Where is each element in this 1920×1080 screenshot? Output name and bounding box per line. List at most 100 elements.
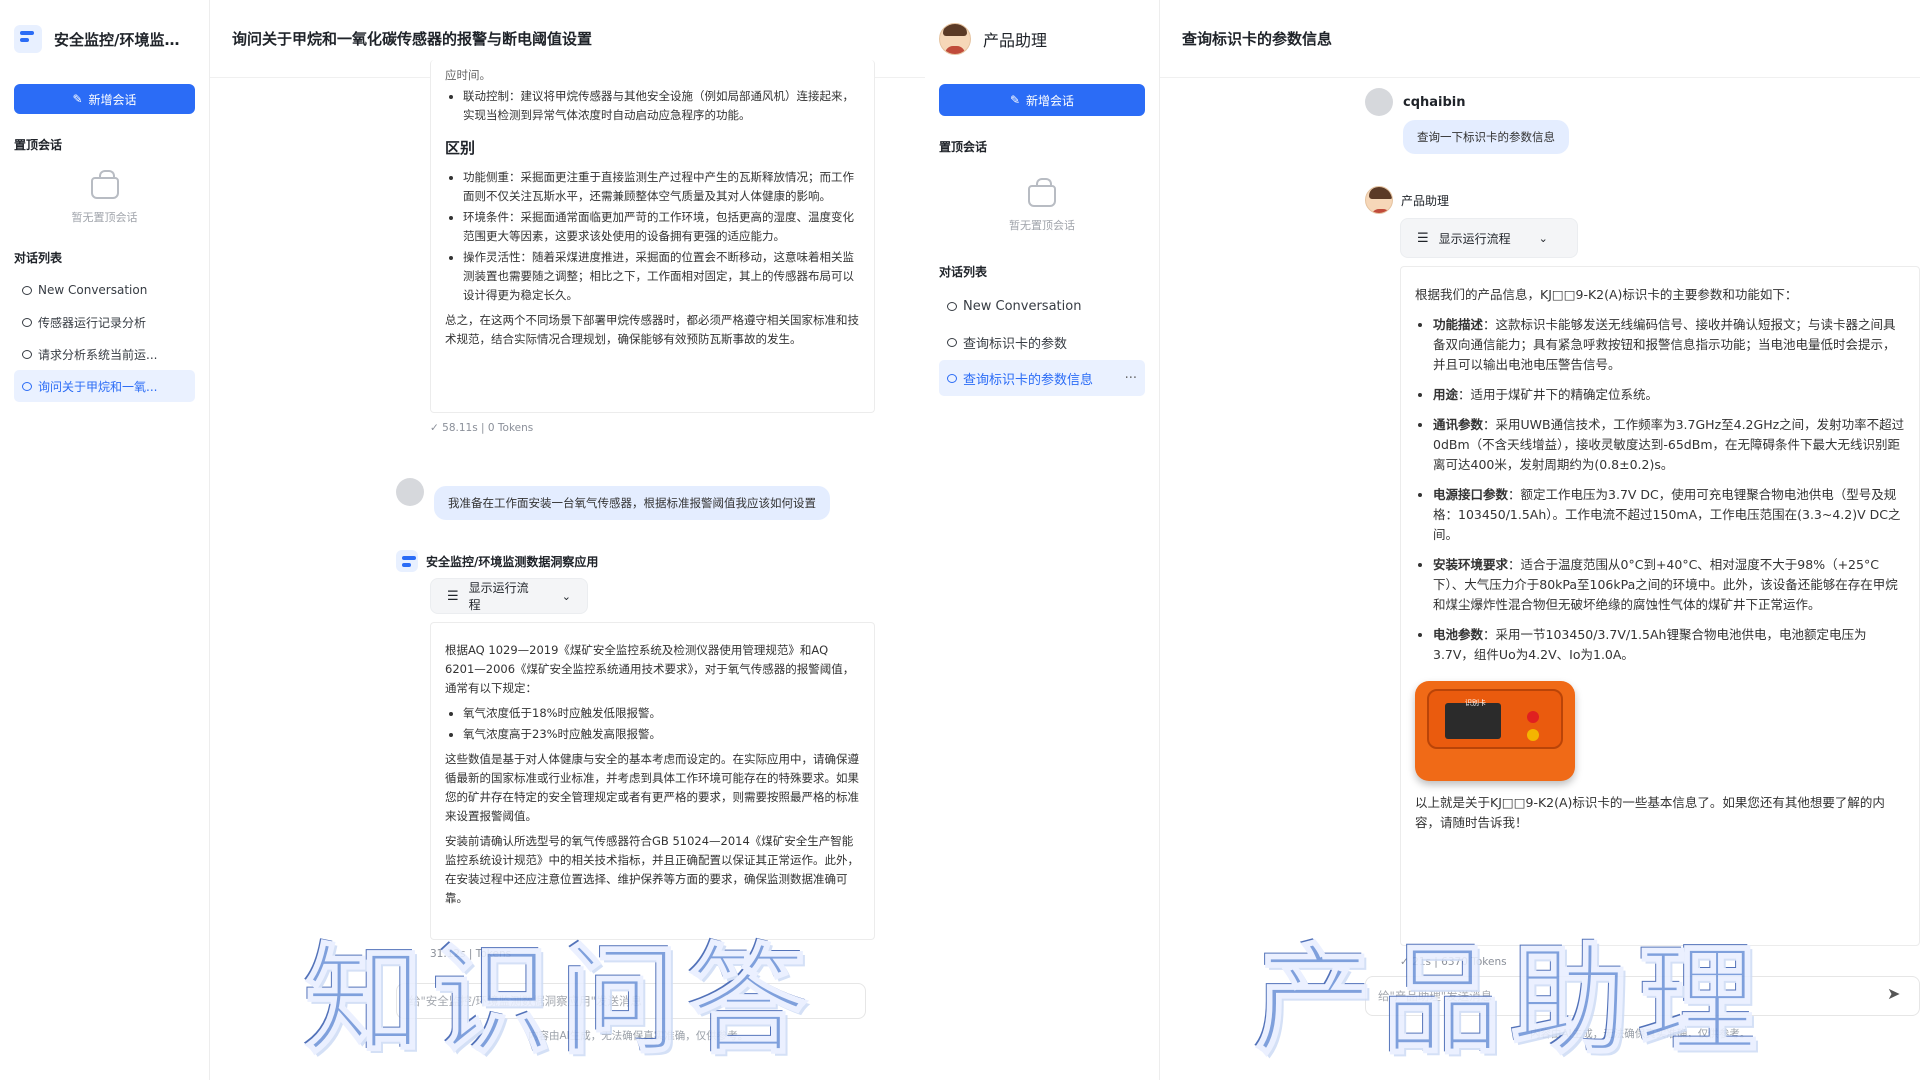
show-flow-label: 显示运行流程	[468, 581, 529, 612]
chat-bubble-icon	[22, 317, 32, 327]
sidebar: 安全监控/环境监测... ✎ 新增会话 置顶会话 暂无置顶会话 对话列表 New…	[0, 0, 210, 1080]
answer-intro: 根据AQ 1029—2019《煤矿安全监控系统及检测仪器使用管理规范》和AQ 6…	[445, 643, 855, 695]
conversation-item[interactable]: 查询标识卡的参数	[939, 324, 1145, 360]
bot-name: 产品助理	[1401, 193, 1450, 208]
conversation-item[interactable]: New Conversation	[939, 288, 1145, 324]
new-chat-button[interactable]: ✎ 新增会话	[14, 84, 195, 114]
conversation-list-label: 对话列表	[14, 251, 63, 265]
list-icon: ☰	[447, 588, 459, 604]
user-message-bubble: 查询一下标识卡的参数信息	[1403, 120, 1569, 154]
overlay-caption: 产品助理	[1254, 931, 1768, 1071]
answer-list: 氧气浓度低于18%时应触发低限报警。 氧气浓度高于23%时应触发高限报警。	[445, 704, 860, 744]
pinned-empty-state: 暂无置顶会话	[0, 153, 209, 225]
pinned-empty-state: 暂无置顶会话	[925, 155, 1159, 233]
user-avatar	[396, 478, 424, 506]
conversation-item[interactable]: New Conversation	[14, 274, 195, 306]
conversation-list: New Conversation 传感器运行记录分析 请求分析系统当前运... …	[0, 266, 209, 402]
answer-outro: 以上就是关于KJ□□9-K2(A)标识卡的一些基本信息了。如果您还有其他想要了解…	[1415, 795, 1885, 830]
answer-paragraph: 安装前请确认所选型号的氧气传感器符合GB 51024—2014《煤矿安全生产智能…	[445, 834, 859, 905]
show-flow-button[interactable]: ☰ 显示运行流程 ⌄	[1400, 218, 1578, 258]
indicator-button-icon	[1527, 729, 1539, 741]
bot-avatar-icon	[396, 550, 418, 572]
app-logo-icon	[14, 25, 42, 53]
chat-bubble-icon	[22, 285, 32, 295]
answer-card: 应时间。 联动控制：建议将甲烷传感器与其他安全设施（例如局部通风机）连接起来，实…	[430, 60, 875, 413]
empty-box-icon	[1028, 178, 1056, 207]
bot-header: 产品助理	[1365, 186, 1449, 214]
product-assistant-app: 产品助理 ✎ 新增会话 置顶会话 暂无置顶会话 对话列表 New Convers…	[925, 0, 1920, 1080]
list-item: 功能描述：这款标识卡能够发送无线编码信号、接收并确认短报文；与读卡器之间具备双向…	[1433, 315, 1905, 375]
assistant-avatar-icon	[939, 23, 971, 55]
sidebar: 产品助理 ✎ 新增会话 置顶会话 暂无置顶会话 对话列表 New Convers…	[925, 0, 1160, 1080]
answer-list: 功能侧重：采掘面更注重于直接监测生产过程中产生的瓦斯释放情况；而工作面则不仅关注…	[445, 168, 860, 305]
edit-icon: ✎	[1009, 93, 1021, 107]
user-message: cqhaibin 查询一下标识卡的参数信息	[1365, 88, 1569, 154]
user-name: cqhaibin	[1403, 94, 1466, 110]
new-chat-label: 新增会话	[1026, 93, 1075, 108]
answer-summary: 总之，在这两个不同场景下部署甲烷传感器时，都必须严格遵守相关国家标准和技术规范，…	[445, 313, 859, 346]
list-item: 氧气浓度高于23%时应触发高限报警。	[463, 725, 860, 744]
device-label: 识别卡	[1465, 699, 1486, 707]
chat-bubble-icon	[22, 381, 32, 391]
conversation-item[interactable]: 传感器运行记录分析	[14, 306, 195, 338]
user-message-bubble: 我准备在工作面安装一台氧气传感器，根据标准报警阈值我应该如何设置	[434, 486, 830, 520]
conversation-item-active[interactable]: 查询标识卡的参数信息 ···	[939, 360, 1145, 396]
user-avatar	[1365, 88, 1393, 116]
chat-bubble-icon	[947, 301, 957, 311]
answer-meta: ✓ 58.11s | 0 Tokens	[430, 422, 534, 434]
conversation-item-active[interactable]: 询问关于甲烷和一氧...	[14, 370, 195, 402]
answer-paragraph: 这些数值是基于对人体健康与安全的基本考虑而设定的。在实际应用中，请确保遵循最新的…	[445, 752, 859, 823]
screenshot-root: 安全监控/环境监测... ✎ 新增会话 置顶会话 暂无置顶会话 对话列表 New…	[0, 0, 1920, 1080]
chevron-down-icon: ⌄	[561, 589, 571, 603]
answer-fragment: 应时间。	[445, 68, 491, 82]
pinned-empty-text: 暂无置顶会话	[71, 211, 138, 224]
show-flow-button[interactable]: ☰ 显示运行流程 ⌄	[430, 578, 588, 614]
overlay-caption: 知识问答	[304, 931, 818, 1071]
pinned-section-label: 置顶会话	[14, 138, 63, 152]
pinned-section-label: 置顶会话	[939, 140, 988, 154]
user-message: 我准备在工作面安装一台氧气传感器，根据标准报警阈值我应该如何设置	[396, 478, 830, 520]
conversation-item[interactable]: 请求分析系统当前运...	[14, 338, 195, 370]
more-options-icon[interactable]: ···	[1125, 371, 1137, 386]
list-item: 功能侧重：采掘面更注重于直接监测生产过程中产生的瓦斯释放情况；而工作面则不仅关注…	[463, 168, 860, 206]
conversation-list-label: 对话列表	[939, 265, 988, 279]
answer-list: 联动控制：建议将甲烷传感器与其他安全设施（例如局部通风机）连接起来，实现当检测到…	[445, 87, 860, 125]
send-icon[interactable]: ➤	[1887, 984, 1900, 1003]
brand: 产品助理	[925, 0, 1159, 78]
bot-header: 安全监控/环境监测数据洞察应用	[396, 550, 598, 572]
answer-list: 功能描述：这款标识卡能够发送无线编码信号、接收并确认短报文；与读卡器之间具备双向…	[1415, 315, 1905, 665]
app-title: 安全监控/环境监测...	[54, 30, 194, 49]
conversation-list: New Conversation 查询标识卡的参数 查询标识卡的参数信息 ···	[925, 280, 1159, 396]
knowledge-qa-app: 安全监控/环境监测... ✎ 新增会话 置顶会话 暂无置顶会话 对话列表 New…	[0, 0, 925, 1080]
list-item: 联动控制：建议将甲烷传感器与其他安全设施（例如局部通风机）连接起来，实现当检测到…	[463, 87, 860, 125]
chat-bubble-icon	[947, 337, 957, 347]
list-icon: ☰	[1417, 230, 1429, 246]
list-item: 电池参数：采用一节103450/3.7V/1.5Ah锂聚合物电池供电，电池额定电…	[1433, 625, 1905, 665]
show-flow-label: 显示运行流程	[1438, 231, 1511, 246]
bot-name: 安全监控/环境监测数据洞察应用	[426, 554, 599, 569]
app-title: 产品助理	[983, 31, 1048, 50]
chat-title: 查询标识卡的参数信息	[1160, 0, 1920, 78]
chat-bubble-icon	[947, 373, 957, 383]
answer-intro: 根据我们的产品信息，KJ□□9-K2(A)标识卡的主要参数和功能如下：	[1415, 287, 1798, 302]
product-image: 识别卡	[1415, 681, 1575, 781]
list-item: 安装环境要求：适合于温度范围从0°C到+40°C、相对湿度不大于98%（+25°…	[1433, 555, 1905, 615]
chevron-down-icon: ⌄	[1538, 231, 1548, 245]
edit-icon: ✎	[72, 92, 83, 106]
answer-card: 根据AQ 1029—2019《煤矿安全监控系统及检测仪器使用管理规范》和AQ 6…	[430, 622, 875, 940]
list-item: 氧气浓度低于18%时应触发低限报警。	[463, 704, 860, 723]
answer-heading: 区别	[445, 139, 476, 157]
list-item: 操作灵活性：随着采煤进度推进，采掘面的位置会不断移动，这意味着相关监测装置也需要…	[463, 248, 860, 305]
brand: 安全监控/环境监测...	[0, 0, 209, 78]
bot-avatar-icon	[1365, 186, 1393, 214]
new-chat-label: 新增会话	[88, 92, 137, 107]
pinned-empty-text: 暂无置顶会话	[1009, 219, 1075, 232]
sos-button-icon	[1527, 711, 1539, 723]
new-chat-button[interactable]: ✎ 新增会话	[939, 84, 1145, 116]
list-item: 环境条件：采掘面通常面临更加严苛的工作环境，包括更高的湿度、温度变化范围更大等因…	[463, 208, 860, 246]
list-item: 电源接口参数：额定工作电压为3.7V DC，使用可充电锂聚合物电池供电（型号及规…	[1433, 485, 1905, 545]
empty-box-icon	[90, 170, 119, 199]
list-item: 用途：适用于煤矿井下的精确定位系统。	[1433, 385, 1905, 405]
list-item: 通讯参数：采用UWB通信技术，工作频率为3.7GHz至4.2GHz之间，发射功率…	[1433, 415, 1905, 475]
answer-card: 根据我们的产品信息，KJ□□9-K2(A)标识卡的主要参数和功能如下： 功能描述…	[1400, 266, 1920, 946]
